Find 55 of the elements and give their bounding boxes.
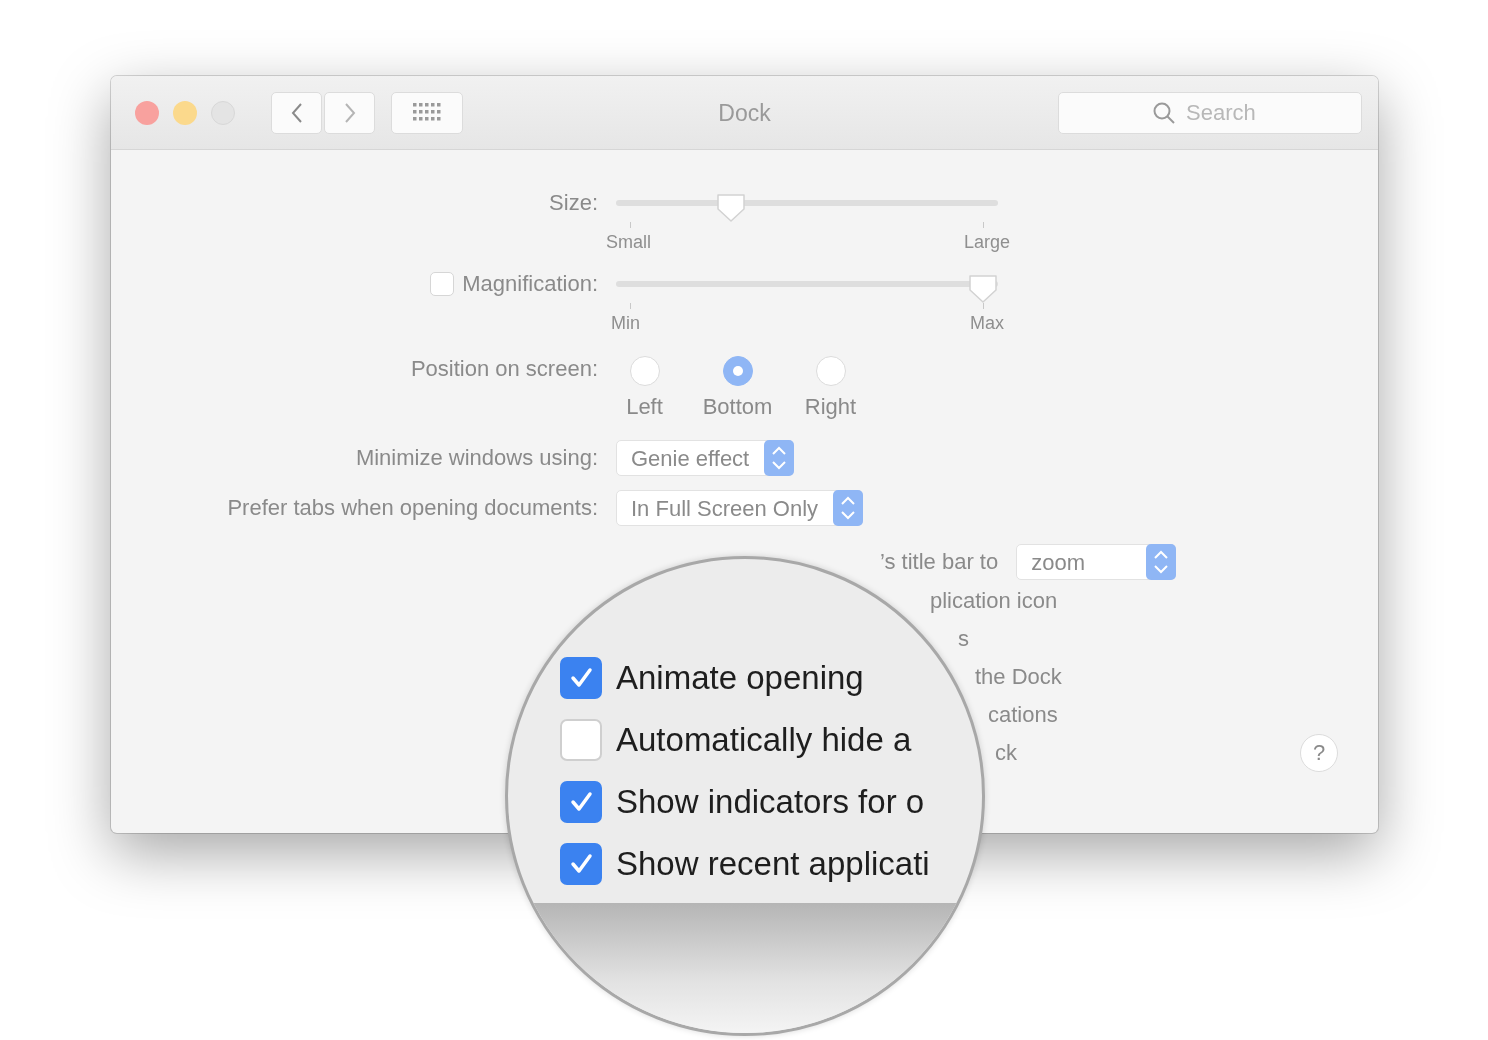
stepper-icon bbox=[764, 440, 795, 476]
radio-button[interactable] bbox=[629, 356, 660, 386]
radio-label: Left bbox=[626, 394, 663, 420]
min-label: Small bbox=[606, 232, 651, 253]
checkbox[interactable] bbox=[560, 719, 602, 761]
forward-button[interactable] bbox=[324, 91, 375, 134]
max-label: Large bbox=[963, 232, 1010, 253]
checkbox-label: Automatically hide a bbox=[616, 721, 912, 759]
tick-mark bbox=[630, 303, 631, 309]
option-text: the Dock bbox=[975, 664, 1062, 690]
radio-label: Bottom bbox=[702, 394, 773, 420]
prefer-tabs-popup[interactable]: In Full Screen Only bbox=[616, 490, 864, 526]
checkbox[interactable] bbox=[560, 657, 602, 699]
minimize-popup[interactable]: Genie effect bbox=[616, 440, 795, 476]
search-input[interactable]: Search bbox=[1184, 98, 1268, 127]
search-field[interactable]: Search bbox=[1058, 91, 1362, 134]
chevron-right-icon bbox=[342, 101, 357, 124]
close-button[interactable] bbox=[135, 100, 159, 125]
magnification-label: Magnification: bbox=[462, 271, 598, 297]
back-button[interactable] bbox=[271, 91, 322, 134]
title-bar-action-popup[interactable]: zoom bbox=[1016, 544, 1177, 580]
radio-button[interactable] bbox=[815, 356, 846, 386]
checkbox[interactable] bbox=[560, 843, 602, 885]
stepper-icon bbox=[833, 490, 864, 526]
option-text: ck bbox=[995, 740, 1017, 766]
search-icon bbox=[1152, 100, 1176, 125]
min-label: Min bbox=[611, 313, 640, 334]
size-label: Size: bbox=[549, 190, 598, 216]
stepper-icon bbox=[1146, 544, 1177, 580]
prefer-tabs-label: Prefer tabs when opening documents: bbox=[227, 495, 598, 521]
checkbox-label: Show recent applicati bbox=[616, 845, 930, 883]
option-text: ’s title bar to bbox=[880, 549, 999, 575]
checkbox-label: Animate opening bbox=[616, 659, 864, 697]
slider-thumb[interactable] bbox=[714, 192, 747, 222]
magnification-checkbox[interactable] bbox=[430, 272, 455, 296]
position-label: Position on screen: bbox=[410, 356, 598, 382]
grid-icon bbox=[413, 102, 441, 123]
radio-label: Right bbox=[804, 394, 857, 420]
minimize-button[interactable] bbox=[173, 100, 197, 125]
option-text: plication icon bbox=[930, 588, 1058, 614]
minimize-label: Minimize windows using: bbox=[355, 445, 598, 471]
window-title: Dock bbox=[717, 100, 772, 127]
tick-mark bbox=[983, 303, 984, 309]
checkbox[interactable] bbox=[560, 781, 602, 823]
slider-thumb[interactable] bbox=[966, 273, 999, 303]
radio-button[interactable] bbox=[722, 356, 753, 386]
show-all-button[interactable] bbox=[391, 91, 463, 134]
tick-mark bbox=[983, 222, 984, 228]
option-text: s bbox=[958, 626, 969, 652]
help-button[interactable]: ? bbox=[1300, 734, 1338, 772]
option-text: cations bbox=[988, 702, 1058, 728]
chevron-left-icon bbox=[289, 101, 304, 124]
checkbox-label: Show indicators for o bbox=[616, 783, 925, 821]
max-label: Max bbox=[970, 313, 1004, 334]
tick-mark bbox=[630, 222, 631, 228]
